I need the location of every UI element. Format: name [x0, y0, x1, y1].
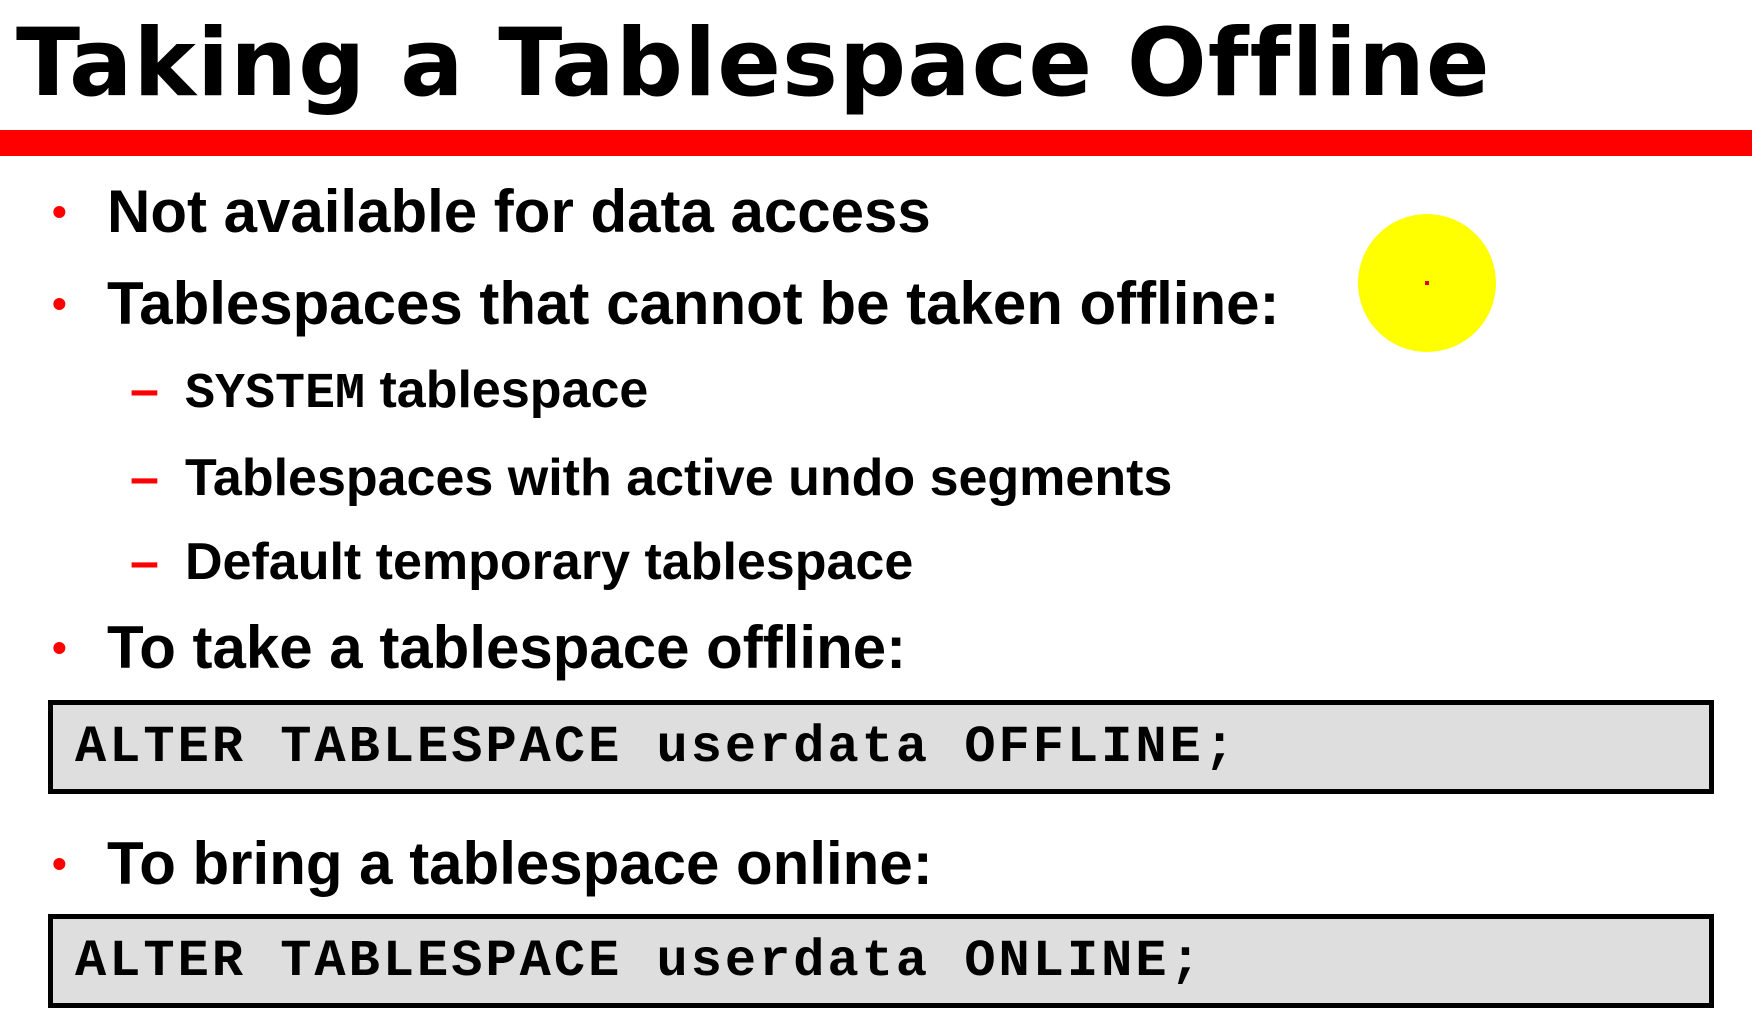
- bullet-text: Not available for data access: [107, 178, 931, 245]
- dash-icon: –: [130, 533, 159, 591]
- title-divider: [0, 130, 1752, 156]
- bullet-icon: •: [52, 624, 67, 671]
- code-block-offline: ALTER TABLESPACE userdata OFFLINE;: [48, 700, 1714, 794]
- inline-code: SYSTEM: [185, 366, 366, 423]
- sub-bullet-text: Default temporary tablespace: [185, 533, 914, 591]
- sub-bullet-text: SYSTEM tablespace: [185, 354, 648, 431]
- slide-title: Taking a Tablespace Offline: [16, 9, 1491, 118]
- code-block-online: ALTER TABLESPACE userdata ONLINE;: [48, 914, 1714, 1008]
- code-text: ALTER TABLESPACE userdata ONLINE;: [75, 932, 1204, 991]
- laser-pointer-icon: [1358, 214, 1496, 352]
- sub-bullet-suffix: tablespace: [365, 361, 649, 419]
- pointer-center: [1425, 281, 1429, 285]
- dash-icon: –: [130, 361, 159, 419]
- sub-bullet-text: Tablespaces with active undo segments: [185, 449, 1173, 507]
- bullet-text: To bring a tablespace online:: [107, 830, 933, 897]
- dash-icon: –: [130, 449, 159, 507]
- bullet-text: To take a tablespace offline:: [107, 614, 907, 681]
- bullet-text: Tablespaces that cannot be taken offline…: [107, 270, 1280, 337]
- bullet-icon: •: [52, 280, 67, 327]
- bullet-icon: •: [52, 188, 67, 235]
- bullet-icon: •: [52, 840, 67, 887]
- code-text: ALTER TABLESPACE userdata OFFLINE;: [75, 718, 1238, 777]
